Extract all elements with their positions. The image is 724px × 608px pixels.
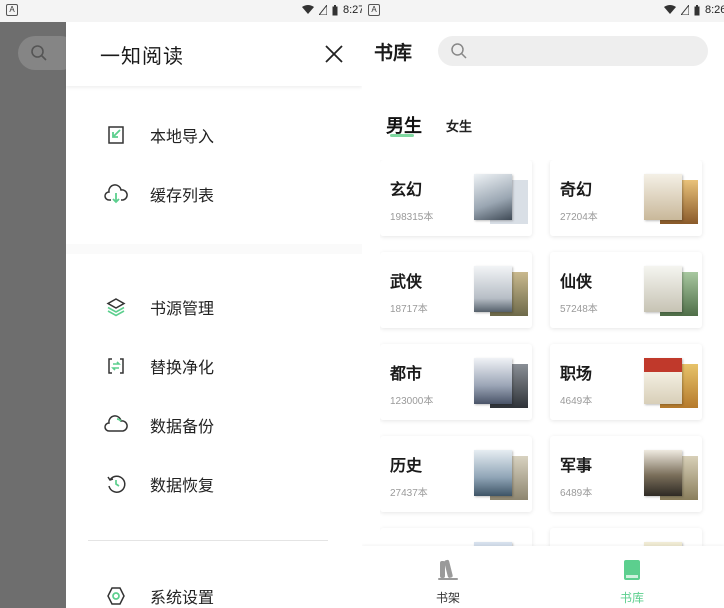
menu-item-system-settings[interactable]: 系统设置 — [104, 581, 344, 608]
status-time: 8:27 — [343, 4, 362, 16]
left-screen: A 8:27 一知阅读 本地导入 缓存列表 书源管理 替换净化 数据备份 数据恢… — [0, 0, 362, 608]
cloud-icon — [104, 413, 128, 437]
category-name: 职场 — [560, 366, 593, 383]
book-cover — [644, 358, 682, 404]
category-grid: 玄幻 198315本 奇幻 27204本 武侠 18717本 仙侠 57248本… — [380, 160, 706, 546]
replace-icon — [104, 354, 128, 378]
search-icon — [31, 45, 47, 61]
category-count: 6489本 — [560, 488, 593, 499]
menu-item-label: 书源管理 — [150, 301, 215, 318]
category-count: 57248本 — [560, 304, 598, 315]
notification-icon: A — [368, 4, 380, 16]
wifi-icon — [302, 5, 314, 14]
status-bar: A 8:26 — [362, 0, 724, 22]
category-card-lishi[interactable]: 历史 27437本 — [380, 436, 532, 512]
navigation-drawer: 一知阅读 本地导入 缓存列表 书源管理 替换净化 数据备份 数据恢复 系统设置 — [66, 22, 362, 608]
category-card-dushi[interactable]: 都市 123000本 — [380, 344, 532, 420]
nav-label: 书架 — [435, 591, 460, 605]
category-count: 198315本 — [390, 212, 434, 223]
status-bar: A 8:27 — [0, 0, 362, 22]
menu-item-replace-purify[interactable]: 替换净化 — [104, 351, 344, 381]
status-time: 8:26 — [705, 4, 724, 16]
page-title: 书库 — [374, 43, 413, 64]
signal-icon — [319, 5, 327, 15]
status-icons: 8:26 — [664, 4, 724, 16]
menu-item-label: 缓存列表 — [150, 188, 215, 205]
category-name: 历史 — [390, 458, 423, 475]
bookshelf-icon — [438, 559, 458, 580]
category-count: 27437本 — [390, 488, 428, 499]
right-screen: A 8:26 书库 男生 女生 玄幻 198315本 奇幻 27204本 武侠 … — [362, 0, 724, 608]
layers-icon — [104, 295, 128, 319]
battery-icon — [694, 4, 700, 15]
book-cover — [474, 358, 512, 404]
category-name: 武侠 — [390, 274, 423, 291]
category-card-qihuan[interactable]: 奇幻 27204本 — [550, 160, 702, 236]
category-count: 123000本 — [390, 396, 434, 407]
nav-bookshelf[interactable]: 书架 — [418, 558, 478, 605]
menu-item-label: 数据恢复 — [150, 478, 215, 495]
close-button[interactable] — [322, 42, 346, 66]
nav-label: 书库 — [619, 591, 644, 605]
category-name: 都市 — [390, 366, 423, 383]
category-name: 玄幻 — [390, 182, 423, 199]
menu-item-label: 数据备份 — [150, 419, 215, 436]
notification-icon: A — [6, 4, 18, 16]
drawer-header: 一知阅读 — [66, 22, 362, 86]
battery-icon — [332, 4, 338, 15]
settings-icon — [104, 584, 128, 608]
cloud-download-icon — [104, 182, 128, 206]
category-card-zhichang[interactable]: 职场 4649本 — [550, 344, 702, 420]
category-name: 仙侠 — [560, 274, 593, 291]
book-cover — [644, 174, 682, 220]
book-cover — [474, 266, 512, 312]
divider — [88, 540, 328, 541]
status-icons: 8:27 — [302, 4, 362, 16]
search-input[interactable] — [438, 36, 708, 66]
menu-item-data-backup[interactable]: 数据备份 — [104, 410, 344, 440]
category-count: 18717本 — [390, 304, 428, 315]
menu-item-cache-list[interactable]: 缓存列表 — [104, 179, 344, 209]
menu-item-label: 本地导入 — [150, 129, 215, 146]
dimmed-background — [0, 22, 66, 608]
wifi-icon — [664, 5, 676, 14]
category-card-xuanhuan[interactable]: 玄幻 198315本 — [380, 160, 532, 236]
book-cover — [474, 174, 512, 220]
book-icon — [624, 560, 640, 580]
menu-item-data-restore[interactable]: 数据恢复 — [104, 469, 344, 499]
book-cover — [474, 450, 512, 496]
active-tab-indicator — [390, 134, 414, 137]
menu-item-label: 替换净化 — [150, 360, 215, 377]
category-card-partial[interactable] — [550, 528, 702, 546]
category-name: 军事 — [560, 458, 593, 475]
category-card-wuxia[interactable]: 武侠 18717本 — [380, 252, 532, 328]
book-cover — [644, 266, 682, 312]
bottom-navigation: 书架 书库 — [362, 546, 724, 608]
close-icon — [325, 45, 343, 63]
category-card-junshi[interactable]: 军事 6489本 — [550, 436, 702, 512]
import-icon — [104, 123, 128, 147]
restore-icon — [104, 472, 128, 496]
category-count: 27204本 — [560, 212, 598, 223]
category-card-partial[interactable] — [380, 528, 532, 546]
menu-item-local-import[interactable]: 本地导入 — [104, 120, 344, 150]
category-count: 4649本 — [560, 396, 593, 407]
category-name: 奇幻 — [560, 182, 593, 199]
menu-item-label: 系统设置 — [150, 590, 215, 607]
tab-female[interactable]: 女生 — [446, 116, 472, 135]
category-card-xianxia[interactable]: 仙侠 57248本 — [550, 252, 702, 328]
section-gap — [66, 244, 362, 254]
drawer-title: 一知阅读 — [100, 46, 184, 68]
book-cover — [644, 450, 682, 496]
nav-library[interactable]: 书库 — [602, 558, 662, 605]
menu-item-source-management[interactable]: 书源管理 — [104, 292, 344, 322]
search-icon — [451, 43, 467, 59]
signal-icon — [681, 5, 689, 15]
